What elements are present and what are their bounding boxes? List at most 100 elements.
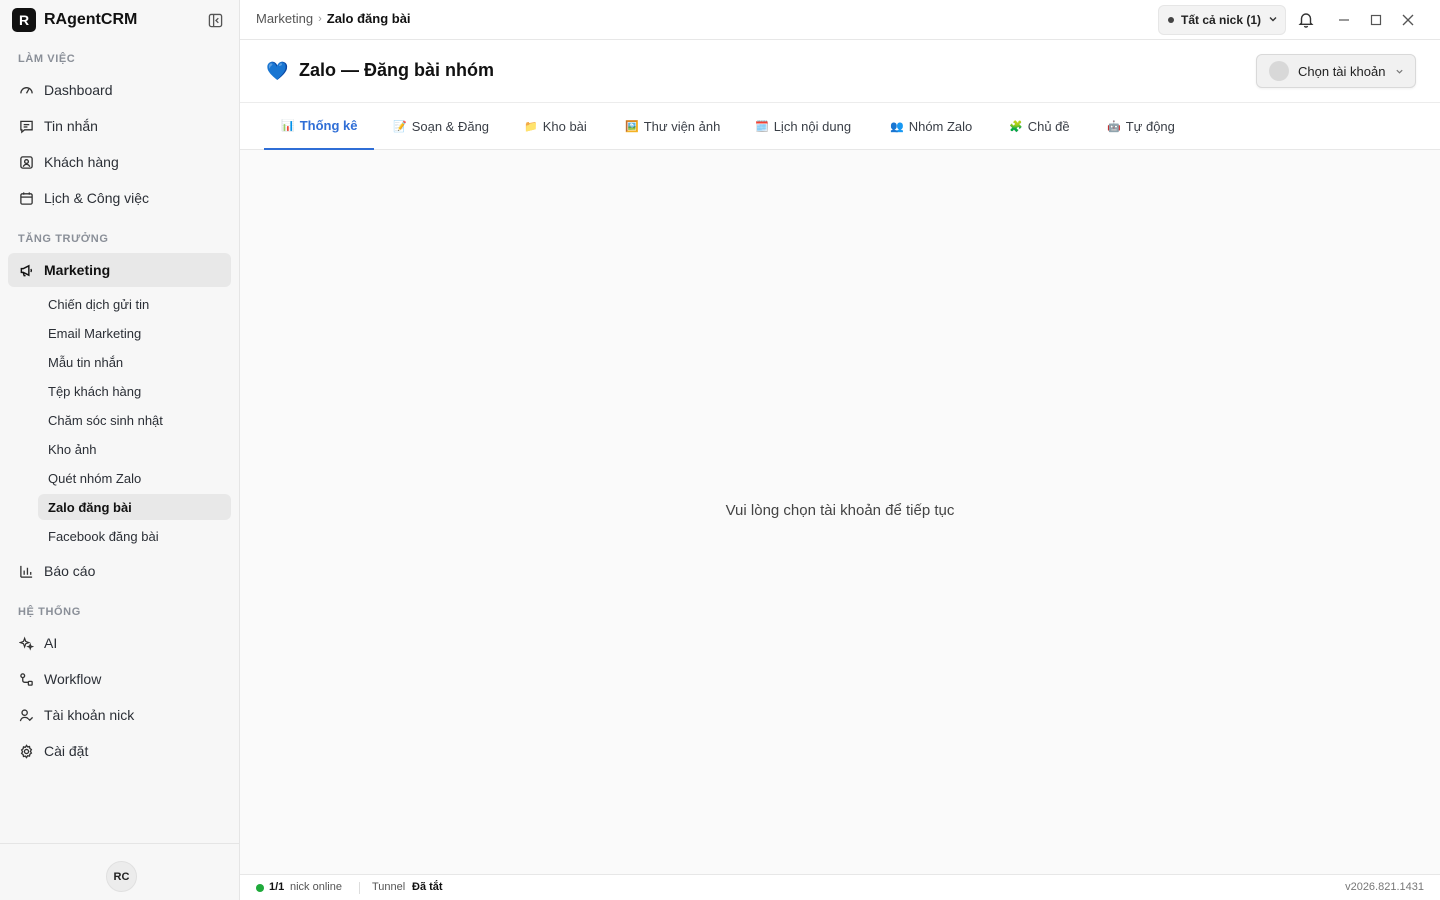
- status-divider: [359, 882, 360, 894]
- section-label-growth: TĂNG TRƯỞNG: [18, 233, 109, 245]
- sidebar-subitem-zalo-group-scan[interactable]: Quét nhóm Zalo: [38, 465, 231, 491]
- sidebar-item-workflow[interactable]: Workflow: [8, 662, 231, 696]
- tab-label: Tự động: [1125, 119, 1175, 134]
- sidebar-item-label: Tin nhắn: [44, 118, 98, 134]
- chevron-down-icon: [1268, 13, 1278, 27]
- tab-image-library[interactable]: 🖼️ Thư viện ảnh: [608, 103, 737, 150]
- brand[interactable]: R RAgentCRM: [0, 0, 239, 40]
- tab-content-calendar[interactable]: 🗓️ Lịch nội dung: [738, 103, 868, 150]
- tab-label: Soạn & Đăng: [411, 119, 490, 134]
- section-label-system: HỆ THỐNG: [18, 606, 81, 618]
- sidebar: R RAgentCRM LÀM VIỆC Dashboard Tin nhắn …: [0, 0, 240, 900]
- tab-label: Lịch nội dung: [773, 119, 852, 134]
- tab-label: Thống kê: [299, 118, 358, 133]
- contact-icon: [18, 154, 34, 170]
- tab-topics[interactable]: 🧩 Chủ đề: [992, 103, 1087, 150]
- status-dot-icon: [1168, 17, 1174, 23]
- sidebar-item-settings[interactable]: Cài đặt: [8, 734, 231, 768]
- calendar-emoji-icon: 🗓️: [755, 121, 769, 133]
- sidebar-subitem-image-library[interactable]: Kho ảnh: [38, 436, 231, 462]
- sidebar-subitem-customer-files[interactable]: Tệp khách hàng: [38, 378, 231, 404]
- sidebar-item-label: Marketing: [44, 262, 111, 278]
- tab-statistics[interactable]: 📊 Thống kê: [264, 103, 375, 150]
- app-version: v2026.821.1431: [1345, 881, 1424, 893]
- nick-online-label: nick online: [290, 881, 342, 893]
- account-avatar: [1269, 61, 1289, 81]
- sidebar-subitem-campaigns[interactable]: Chiến dịch gửi tin: [38, 291, 231, 317]
- calendar-icon: [18, 190, 34, 206]
- folder-emoji-icon: 📁: [524, 121, 538, 133]
- workflow-icon: [18, 671, 34, 687]
- page-header: 💙 Zalo — Đăng bài nhóm Chọn tài khoản: [240, 40, 1440, 103]
- message-icon: [18, 118, 34, 134]
- tab-compose[interactable]: 📝 Soạn & Đăng: [376, 103, 506, 150]
- close-icon[interactable]: [1399, 11, 1417, 29]
- sidebar-item-label: Khách hàng: [44, 154, 119, 170]
- nick-filter-label: Tất cả nick (1): [1181, 13, 1262, 27]
- breadcrumb-parent[interactable]: Marketing: [256, 11, 313, 26]
- sparkles-icon: [18, 635, 34, 651]
- empty-state-message: Vui lòng chọn tài khoản để tiếp tục: [725, 502, 955, 519]
- sidebar-subitem-message-templates[interactable]: Mẫu tin nhắn: [38, 349, 231, 375]
- maximize-icon[interactable]: [1367, 11, 1385, 29]
- breadcrumb-current: Zalo đăng bài: [326, 11, 411, 26]
- nick-online-count: 1/1: [269, 881, 285, 893]
- tunnel-label: Tunnel: [372, 881, 406, 893]
- sidebar-collapse-icon[interactable]: [206, 11, 224, 29]
- sidebar-item-label: Lịch & Công việc: [44, 190, 150, 206]
- picture-emoji-icon: 🖼️: [625, 121, 639, 133]
- tab-bar: 📊 Thống kê 📝 Soạn & Đăng 📁 Kho bài 🖼️ Th…: [240, 103, 1440, 150]
- breadcrumb: Marketing › Zalo đăng bài: [256, 11, 411, 26]
- sidebar-item-reports[interactable]: Báo cáo: [8, 554, 231, 588]
- sidebar-item-label: Workflow: [44, 671, 102, 687]
- sidebar-footer: RC: [0, 843, 240, 900]
- sidebar-item-label: Dashboard: [44, 82, 113, 98]
- megaphone-icon: [18, 262, 34, 278]
- account-select-label: Chọn tài khoản: [1298, 63, 1386, 79]
- sidebar-item-messages[interactable]: Tin nhắn: [8, 109, 231, 143]
- bar-chart-icon: [18, 563, 34, 579]
- account-select[interactable]: Chọn tài khoản: [1256, 54, 1416, 88]
- tab-zalo-groups[interactable]: 👥 Nhóm Zalo: [873, 103, 989, 150]
- app-name: RAgentCRM: [44, 11, 138, 28]
- sidebar-item-label: Tài khoản nick: [44, 707, 135, 723]
- online-status-icon: [256, 884, 264, 892]
- app-logo: R: [12, 8, 36, 32]
- user-check-icon: [18, 707, 34, 723]
- nick-filter-select[interactable]: Tất cả nick (1): [1158, 5, 1286, 35]
- main-content: Vui lòng chọn tài khoản để tiếp tục: [240, 150, 1440, 874]
- sidebar-item-nick-accounts[interactable]: Tài khoản nick: [8, 698, 231, 732]
- sidebar-item-customers[interactable]: Khách hàng: [8, 145, 231, 179]
- tab-automation[interactable]: 🤖 Tự động: [1090, 103, 1192, 150]
- sidebar-subitem-facebook-post[interactable]: Facebook đăng bài: [38, 523, 231, 549]
- tab-label: Kho bài: [542, 119, 587, 134]
- puzzle-emoji-icon: 🧩: [1009, 121, 1023, 133]
- sidebar-item-label: Báo cáo: [44, 563, 96, 579]
- sidebar-item-label: Cài đặt: [44, 743, 89, 759]
- chart-emoji-icon: 📊: [281, 120, 295, 132]
- sidebar-item-calendar[interactable]: Lịch & Công việc: [8, 181, 231, 215]
- section-label-work: LÀM VIỆC: [18, 53, 76, 65]
- sidebar-subitem-email-marketing[interactable]: Email Marketing: [38, 320, 231, 346]
- tab-label: Thư viện ảnh: [643, 119, 721, 134]
- avatar[interactable]: RC: [106, 861, 137, 892]
- people-emoji-icon: 👥: [890, 121, 904, 133]
- status-bar: 1/1 nick online Tunnel Đã tắt v2026.821.…: [240, 874, 1440, 900]
- sidebar-item-marketing[interactable]: Marketing: [8, 253, 231, 287]
- sidebar-subitem-birthday-care[interactable]: Chăm sóc sinh nhật: [38, 407, 231, 433]
- sidebar-item-ai[interactable]: AI: [8, 626, 231, 660]
- gear-icon: [18, 743, 34, 759]
- tab-post-library[interactable]: 📁 Kho bài: [507, 103, 604, 150]
- minimize-icon[interactable]: [1335, 11, 1353, 29]
- sidebar-item-label: AI: [44, 635, 58, 651]
- sidebar-item-dashboard[interactable]: Dashboard: [8, 73, 231, 107]
- bell-icon[interactable]: [1298, 11, 1314, 33]
- chevron-down-icon: [1395, 64, 1404, 79]
- tunnel-status: Đã tắt: [412, 881, 443, 893]
- robot-emoji-icon: 🤖: [1107, 121, 1121, 133]
- page-title: Zalo — Đăng bài nhóm: [299, 60, 495, 80]
- tab-label: Chủ đề: [1027, 119, 1070, 134]
- sidebar-subitem-zalo-post[interactable]: Zalo đăng bài: [38, 494, 231, 520]
- breadcrumb-separator: ›: [318, 12, 322, 25]
- memo-emoji-icon: 📝: [393, 121, 407, 133]
